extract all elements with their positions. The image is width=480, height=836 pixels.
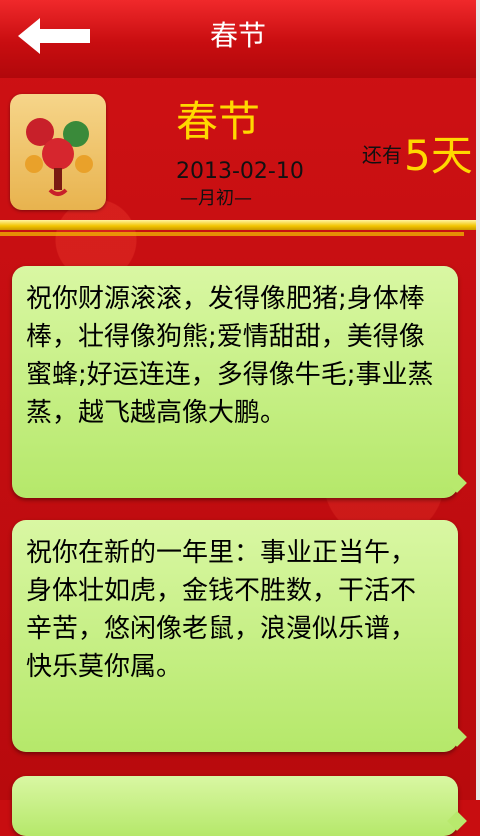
message-card-partial[interactable] bbox=[12, 776, 458, 836]
message-card[interactable]: 祝你在新的一年里：事业正当午，身体壮如虎，金钱不胜数，干活不辛苦，悠闲像老鼠，浪… bbox=[12, 520, 458, 752]
message-text: 祝你财源滚滚，发得像肥猪;身体棒棒，壮得像狗熊;爱情甜甜，美得像蜜蜂;好运连连，… bbox=[26, 284, 434, 428]
festival-lunar-date: —月初— bbox=[180, 188, 252, 209]
message-text: 祝你在新的一年里：事业正当午，身体壮如虎，金钱不胜数，干活不辛苦，悠闲像老鼠，浪… bbox=[26, 538, 417, 682]
page-title: 春节 bbox=[209, 19, 266, 52]
remaining-days: 5天 bbox=[404, 131, 473, 180]
header-divider-shadow bbox=[0, 232, 464, 236]
message-card[interactable]: 祝你财源滚滚，发得像肥猪;身体棒棒，壮得像狗熊;爱情甜甜，美得像蜜蜂;好运连连，… bbox=[12, 266, 458, 498]
remaining-label: 还有 bbox=[362, 143, 402, 167]
title-bar: 春节 bbox=[0, 0, 480, 78]
scroll-edge bbox=[476, 78, 480, 800]
festival-name: 春节 bbox=[176, 97, 261, 146]
header-divider bbox=[0, 220, 476, 230]
festival-date: 2013-02-10 bbox=[176, 159, 304, 184]
spring-festival-icon bbox=[10, 94, 106, 210]
